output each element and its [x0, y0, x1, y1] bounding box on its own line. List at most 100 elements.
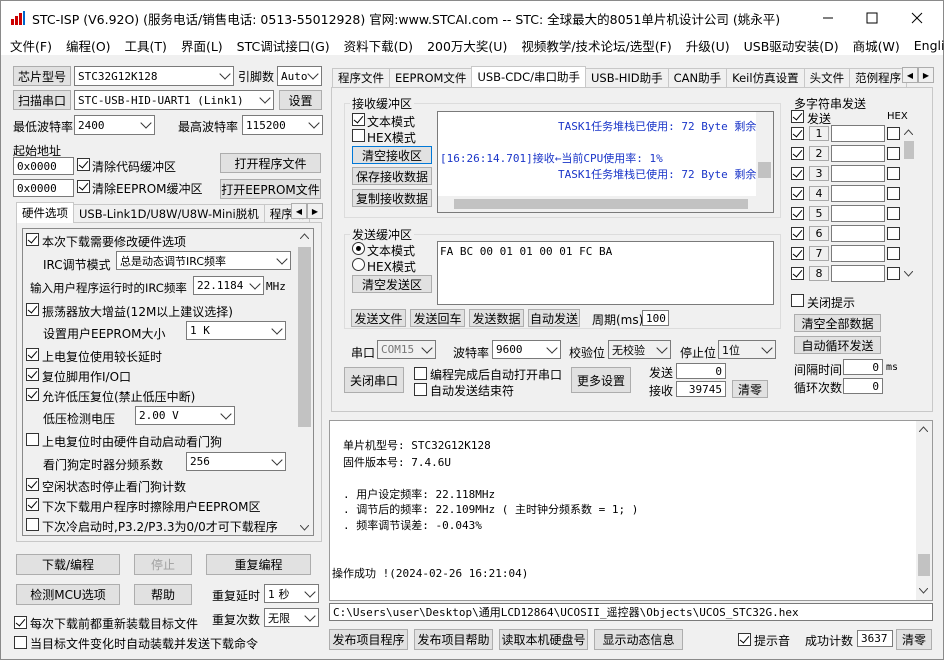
- modify-hw-options-checkbox[interactable]: [26, 233, 39, 246]
- multi-row-checkbox[interactable]: [791, 267, 804, 280]
- right-tab-scroll-left[interactable]: ◀: [902, 67, 918, 83]
- download-program-button[interactable]: 下载/编程: [16, 554, 120, 575]
- clear-eeprom-checkbox[interactable]: [77, 180, 90, 193]
- tab-usb-cdc-serial[interactable]: USB-CDC/串口助手: [471, 66, 586, 87]
- multi-row-hex-checkbox[interactable]: [887, 167, 900, 180]
- multi-row-input[interactable]: [831, 145, 885, 162]
- repeat-delay-select[interactable]: 1 秒: [264, 584, 319, 603]
- tab-hardware-options[interactable]: 硬件选项: [16, 202, 74, 223]
- minimize-button[interactable]: [805, 1, 851, 35]
- hardware-options-scrollbar[interactable]: [296, 229, 313, 535]
- multi-row-input[interactable]: [831, 205, 885, 222]
- eeprom-address-input[interactable]: 0x0000: [13, 179, 74, 197]
- multi-row-hex-checkbox[interactable]: [887, 267, 900, 280]
- serial-port-select[interactable]: COM15: [377, 340, 436, 359]
- min-baud-select[interactable]: 2400: [74, 115, 155, 135]
- multi-row-hex-checkbox[interactable]: [887, 227, 900, 240]
- multi-row-hex-checkbox[interactable]: [887, 207, 900, 220]
- recv-text-mode-checkbox[interactable]: [352, 113, 365, 126]
- multi-row-hex-checkbox[interactable]: [887, 247, 900, 260]
- clear-count-button[interactable]: 清零: [732, 380, 768, 398]
- clear-success-button[interactable]: 清零: [896, 629, 932, 650]
- maximize-button[interactable]: [849, 1, 895, 35]
- send-file-button[interactable]: 发送文件: [351, 309, 406, 327]
- period-input[interactable]: 100: [642, 310, 669, 326]
- log-scrollbar[interactable]: [916, 421, 932, 600]
- detect-mcu-button[interactable]: 检测MCU选项: [16, 584, 120, 605]
- multi-row-checkbox[interactable]: [791, 187, 804, 200]
- settings-button[interactable]: 设置: [279, 90, 322, 110]
- auto-send-end-checkbox[interactable]: [414, 383, 427, 396]
- multi-row-checkbox[interactable]: [791, 247, 804, 260]
- multi-row-input[interactable]: [831, 245, 885, 262]
- stop-bits-select[interactable]: 1位: [718, 340, 776, 359]
- multi-row-hex-checkbox[interactable]: [887, 127, 900, 140]
- scrollbar-thumb[interactable]: [904, 141, 914, 159]
- multi-row-checkbox[interactable]: [791, 147, 804, 160]
- read-disk-id-button[interactable]: 读取本机硬盘号: [499, 629, 588, 650]
- tab-scroll-right-button[interactable]: ▶: [307, 203, 323, 219]
- eeprom-size-select[interactable]: 1 K: [186, 321, 286, 340]
- multi-row-number[interactable]: 5: [809, 206, 829, 221]
- idle-stop-wdt-checkbox[interactable]: [26, 478, 39, 491]
- chip-model-button[interactable]: 芯片型号: [13, 66, 71, 86]
- code-address-input[interactable]: 0x0000: [13, 157, 74, 175]
- clear-send-button[interactable]: 清空发送区: [352, 275, 432, 293]
- clear-all-data-button[interactable]: 清空全部数据: [794, 314, 881, 332]
- pin-count-select[interactable]: Auto: [277, 66, 322, 86]
- parity-select[interactable]: 无校验: [608, 340, 671, 359]
- multi-send-scrollbar[interactable]: [902, 125, 916, 281]
- interval-input[interactable]: 0: [843, 359, 883, 375]
- multi-row-input[interactable]: [831, 265, 885, 282]
- multi-row-number[interactable]: 7: [809, 246, 829, 261]
- baud-rate-select[interactable]: 9600: [492, 340, 561, 359]
- clear-code-checkbox[interactable]: [77, 158, 90, 171]
- receive-hscrollbar[interactable]: [438, 196, 773, 212]
- irc-freq-input[interactable]: 22.1184: [193, 276, 264, 295]
- tab-program-file[interactable]: 程序文件: [332, 68, 390, 87]
- auto-loop-send-button[interactable]: 自动循环发送: [794, 336, 881, 354]
- low-voltage-reset-checkbox[interactable]: [26, 388, 39, 401]
- hw-watchdog-checkbox[interactable]: [26, 433, 39, 446]
- send-data-button[interactable]: 发送数据: [469, 309, 524, 327]
- multi-row-hex-checkbox[interactable]: [887, 187, 900, 200]
- erase-eeprom-checkbox[interactable]: [26, 498, 39, 511]
- menu-file[interactable]: 文件(F): [3, 36, 59, 55]
- clear-receive-button[interactable]: 清空接收区: [352, 146, 432, 164]
- multi-row-number[interactable]: 8: [809, 266, 829, 281]
- multi-send-all-checkbox[interactable]: [791, 110, 804, 123]
- menu-shop[interactable]: 商城(W): [846, 36, 907, 55]
- osc-gain-checkbox[interactable]: [26, 303, 39, 316]
- menu-upgrade[interactable]: 升级(U): [679, 36, 737, 55]
- tab-examples[interactable]: 范例程序: [849, 68, 908, 87]
- publish-project-button[interactable]: 发布项目程序: [329, 629, 408, 650]
- multi-row-checkbox[interactable]: [791, 227, 804, 240]
- scrollbar-thumb[interactable]: [298, 247, 311, 427]
- close-serial-button[interactable]: 关闭串口: [344, 367, 404, 393]
- copy-receive-button[interactable]: 复制接收数据: [352, 189, 432, 207]
- menu-interface[interactable]: 界面(L): [174, 36, 230, 55]
- multi-row-checkbox[interactable]: [791, 207, 804, 220]
- send-text-area[interactable]: FA BC 00 01 01 00 01 FC BA: [437, 241, 774, 305]
- port-select[interactable]: STC-USB-HID-UART1 (Link1): [74, 90, 274, 110]
- menu-tools[interactable]: 工具(T): [118, 36, 174, 55]
- long-reset-delay-checkbox[interactable]: [26, 348, 39, 361]
- right-tab-scroll-right[interactable]: ▶: [918, 67, 934, 83]
- tab-eeprom-file[interactable]: EEPROM文件: [389, 68, 473, 87]
- tab-header-file[interactable]: 头文件: [803, 68, 851, 87]
- send-hex-mode-radio[interactable]: [352, 258, 365, 271]
- scan-port-button[interactable]: 扫描串口: [13, 90, 71, 110]
- send-cr-button[interactable]: 发送回车: [410, 309, 465, 327]
- menu-english[interactable]: English: [907, 38, 944, 53]
- scrollbar-thumb[interactable]: [454, 199, 748, 209]
- open-program-file-button[interactable]: 打开程序文件: [220, 153, 321, 173]
- wdt-prescaler-select[interactable]: 256: [186, 452, 286, 471]
- tab-usb-hid[interactable]: USB-HID助手: [584, 68, 669, 87]
- multi-row-hex-checkbox[interactable]: [887, 147, 900, 160]
- irc-mode-select[interactable]: 总是动态调节IRC频率: [116, 251, 291, 270]
- multi-row-number[interactable]: 1: [809, 126, 829, 141]
- reload-before-download-checkbox[interactable]: [14, 616, 27, 629]
- repeat-program-button[interactable]: 重复编程: [206, 554, 311, 575]
- multi-row-number[interactable]: 2: [809, 146, 829, 161]
- loop-count-input[interactable]: 0: [843, 378, 883, 394]
